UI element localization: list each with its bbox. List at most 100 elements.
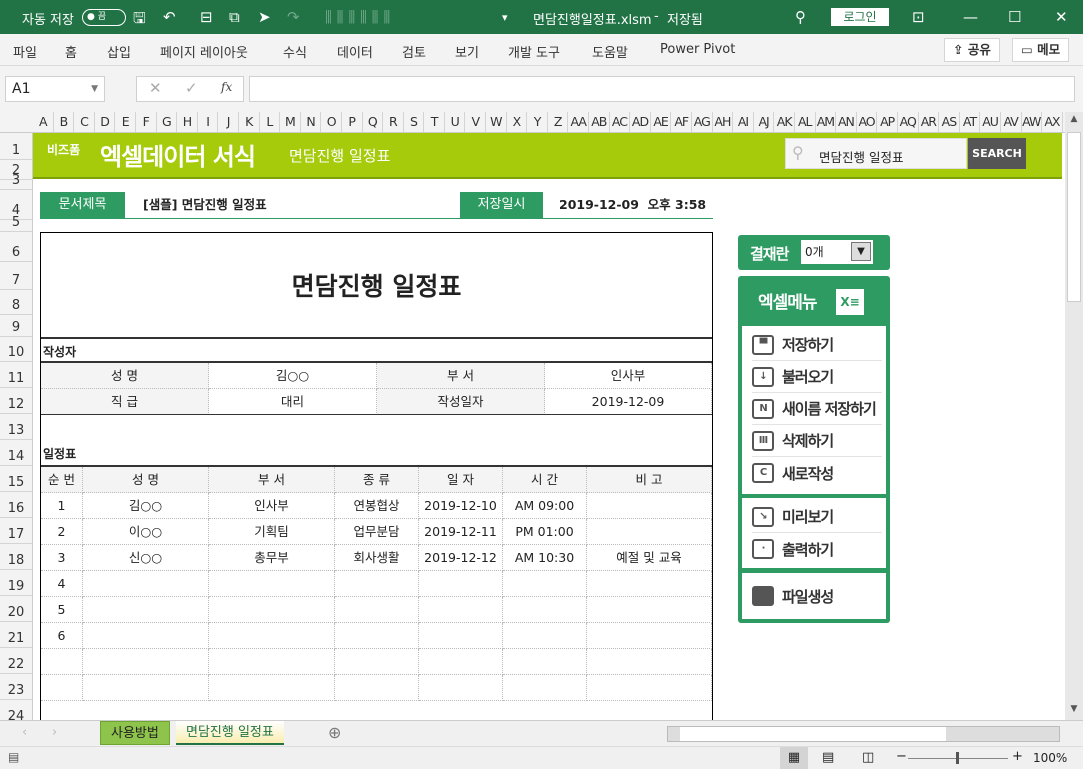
column-header[interactable]: N (301, 112, 322, 132)
column-header[interactable]: Y (527, 112, 548, 132)
column-header[interactable]: E (115, 112, 136, 132)
column-header[interactable]: X (507, 112, 528, 132)
sheet-tab-usage[interactable]: 사용방법 (100, 721, 170, 745)
vertical-scrollbar[interactable]: ▲ ▼ (1065, 112, 1083, 722)
table-cell[interactable]: 2 (41, 519, 83, 545)
menu-save-as[interactable]: N 새이름 저장하기 (752, 393, 882, 425)
search-button[interactable]: SEARCH (968, 138, 1026, 169)
column-header[interactable]: T (424, 112, 445, 132)
table-cell[interactable]: AM 10:30 (503, 545, 587, 571)
column-header[interactable]: C (74, 112, 95, 132)
tab-power-pivot[interactable]: Power Pivot (660, 42, 735, 57)
column-header[interactable]: D (95, 112, 116, 132)
table-cell[interactable] (335, 597, 419, 623)
table-cell[interactable]: 4 (41, 571, 83, 597)
screenshot-icon[interactable]: ⧉ (229, 8, 240, 26)
column-header[interactable]: M (280, 112, 301, 132)
login-button[interactable]: 로그인 (831, 8, 889, 26)
maximize-icon[interactable]: ☐ (1008, 8, 1021, 26)
column-header[interactable]: I (198, 112, 219, 132)
menu-open[interactable]: ↓ 불러오기 (752, 361, 882, 393)
column-header[interactable]: P (342, 112, 363, 132)
table-cell[interactable]: 3 (41, 545, 83, 571)
normal-view-icon[interactable]: ▦ (780, 747, 808, 769)
prev-sheet-icon[interactable]: ‹ (22, 725, 27, 740)
table-cell[interactable] (503, 649, 587, 675)
search-input[interactable]: ⚲ 면담진행 일정표 (785, 138, 967, 169)
column-header[interactable]: AU (980, 112, 1001, 132)
horizontal-scrollbar[interactable] (667, 726, 1060, 742)
scroll-up-icon[interactable]: ▲ (1066, 114, 1082, 130)
table-cell[interactable]: 6 (41, 623, 83, 649)
row-header[interactable]: 18 (0, 544, 32, 570)
table-cell[interactable] (587, 623, 712, 649)
page-layout-view-icon[interactable]: ▤ (822, 750, 834, 765)
scroll-thumb[interactable] (1067, 132, 1081, 302)
table-cell[interactable] (41, 675, 83, 701)
table-cell[interactable]: 인사부 (209, 493, 335, 519)
sheet-tab-schedule[interactable]: 면담진행 일정표 (176, 721, 284, 745)
column-header[interactable]: AN (836, 112, 857, 132)
table-cell[interactable]: 이○○ (83, 519, 209, 545)
table-cell[interactable]: 기획팀 (209, 519, 335, 545)
table-cell[interactable] (335, 571, 419, 597)
tab-review[interactable]: 검토 (402, 42, 426, 61)
tab-formulas[interactable]: 수식 (283, 42, 307, 61)
table-cell[interactable]: 신○○ (83, 545, 209, 571)
page-break-view-icon[interactable]: ◫ (862, 750, 874, 765)
column-header[interactable]: AV (1001, 112, 1022, 132)
column-header[interactable]: AO (857, 112, 878, 132)
column-header[interactable]: AM (816, 112, 837, 132)
table-cell[interactable] (587, 675, 712, 701)
column-header[interactable]: R (383, 112, 404, 132)
column-header[interactable]: AL (795, 112, 816, 132)
tab-home[interactable]: 홈 (65, 42, 77, 61)
row-header[interactable]: 12 (0, 388, 32, 414)
row-header[interactable]: 8 (0, 290, 32, 315)
row-header[interactable]: 24 (0, 700, 32, 722)
next-sheet-icon[interactable]: › (52, 725, 57, 740)
zoom-slider-thumb[interactable] (956, 752, 959, 764)
table-cell[interactable]: 김○○ (83, 493, 209, 519)
table-cell[interactable] (587, 571, 712, 597)
column-header[interactable]: AE (651, 112, 672, 132)
row-header[interactable]: 16 (0, 492, 32, 518)
customize-icon[interactable]: ▾ (502, 11, 508, 24)
table-cell[interactable] (503, 571, 587, 597)
table-cell[interactable] (503, 675, 587, 701)
table-cell[interactable] (587, 597, 712, 623)
table-cell[interactable]: PM 01:00 (503, 519, 587, 545)
formula-input[interactable] (249, 76, 1075, 102)
row-header[interactable]: 5 (0, 215, 32, 232)
column-header[interactable]: AX (1042, 112, 1063, 132)
memo-button[interactable]: ▭ 메모 (1012, 38, 1070, 62)
row-header[interactable]: 20 (0, 596, 32, 622)
pointer-icon[interactable]: ➤ (258, 8, 271, 26)
tab-insert[interactable]: 삽입 (107, 42, 131, 61)
table-cell[interactable] (209, 675, 335, 701)
ribbon-display-icon[interactable]: ⊡ (912, 8, 925, 26)
column-header[interactable]: AC (610, 112, 631, 132)
row-header[interactable]: 11 (0, 362, 32, 388)
column-header[interactable]: AG (692, 112, 713, 132)
column-header[interactable]: AP (877, 112, 898, 132)
table-cell[interactable] (503, 623, 587, 649)
column-header[interactable]: H (177, 112, 198, 132)
menu-save[interactable]: ▀ 저장하기 (752, 329, 882, 361)
share-button[interactable]: ⇪ 공유 (944, 38, 1000, 62)
enter-icon[interactable]: ✓ (185, 79, 198, 97)
column-header[interactable]: AB (589, 112, 610, 132)
table-cell[interactable]: 연봉협상 (335, 493, 419, 519)
table-cell[interactable] (209, 623, 335, 649)
row-header[interactable]: 22 (0, 648, 32, 674)
menu-delete[interactable]: Ⅲ 삭제하기 (752, 425, 882, 457)
approval-select[interactable]: 0개 ▼ (801, 240, 873, 264)
table-cell[interactable]: 5 (41, 597, 83, 623)
table-cell[interactable] (587, 519, 712, 545)
table-cell[interactable]: 2019-12-11 (419, 519, 503, 545)
table-cell[interactable] (419, 623, 503, 649)
undo-icon[interactable]: ↶ (163, 8, 176, 26)
zoom-level[interactable]: 100% (1033, 751, 1067, 765)
table-cell[interactable] (419, 649, 503, 675)
column-header[interactable]: AD (630, 112, 651, 132)
